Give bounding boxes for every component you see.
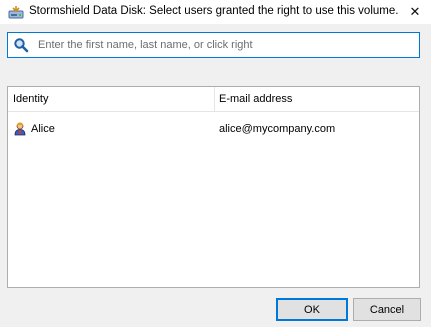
user-list[interactable]: Identity E-mail address Alice alice@myco… (7, 86, 420, 288)
cancel-button[interactable]: Cancel (353, 298, 421, 321)
ok-button[interactable]: OK (276, 298, 348, 321)
user-icon (14, 122, 26, 136)
column-header-identity[interactable]: Identity (13, 93, 48, 105)
search-input[interactable] (38, 36, 408, 54)
search-box[interactable] (7, 32, 420, 58)
window-title: Stormshield Data Disk: Select users gran… (29, 5, 399, 17)
disk-icon (8, 5, 24, 19)
email-cell: alice@mycompany.com (219, 123, 336, 135)
search-icon (13, 37, 29, 53)
column-header-email[interactable]: E-mail address (219, 93, 292, 105)
close-icon: ✕ (409, 4, 421, 19)
title-bar: Stormshield Data Disk: Select users gran… (0, 0, 431, 24)
list-header: Identity E-mail address (8, 87, 419, 112)
identity-cell: Alice (31, 123, 55, 135)
close-button[interactable]: ✕ (399, 0, 431, 24)
list-item[interactable]: Alice alice@mycompany.com (8, 119, 419, 139)
column-divider[interactable] (214, 87, 215, 111)
